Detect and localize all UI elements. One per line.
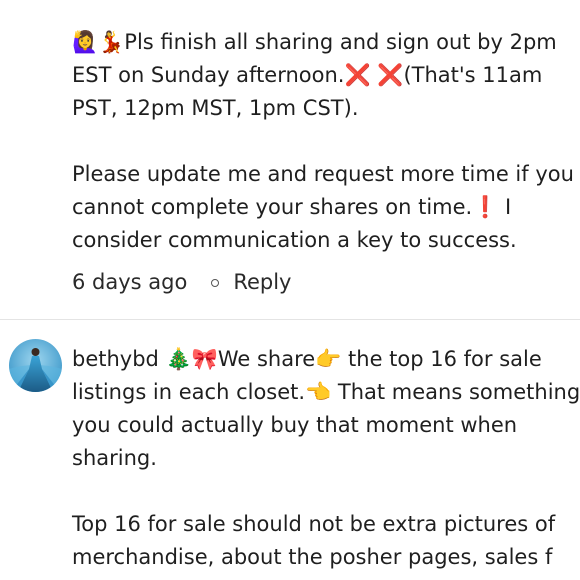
user-avatar-icon[interactable] xyxy=(9,339,62,392)
comment-timestamp: 6 days ago xyxy=(72,270,188,294)
comment-meta: 6 days ago Reply xyxy=(72,266,292,299)
reply-button[interactable]: Reply xyxy=(233,266,291,299)
comment-2: bethybd 🎄🎀We share👉 the top 16 for sale … xyxy=(72,343,580,574)
comment-2-text: 🎄🎀We share👉 the top 16 for sale listings… xyxy=(72,347,580,569)
avatar-image xyxy=(9,339,62,392)
separator-dot-icon xyxy=(211,278,220,287)
comment-text: 🙋‍♀️💃Pls finish all sharing and sign out… xyxy=(72,30,574,252)
comment-username[interactable]: bethybd xyxy=(72,347,159,371)
comment-divider xyxy=(0,319,580,320)
